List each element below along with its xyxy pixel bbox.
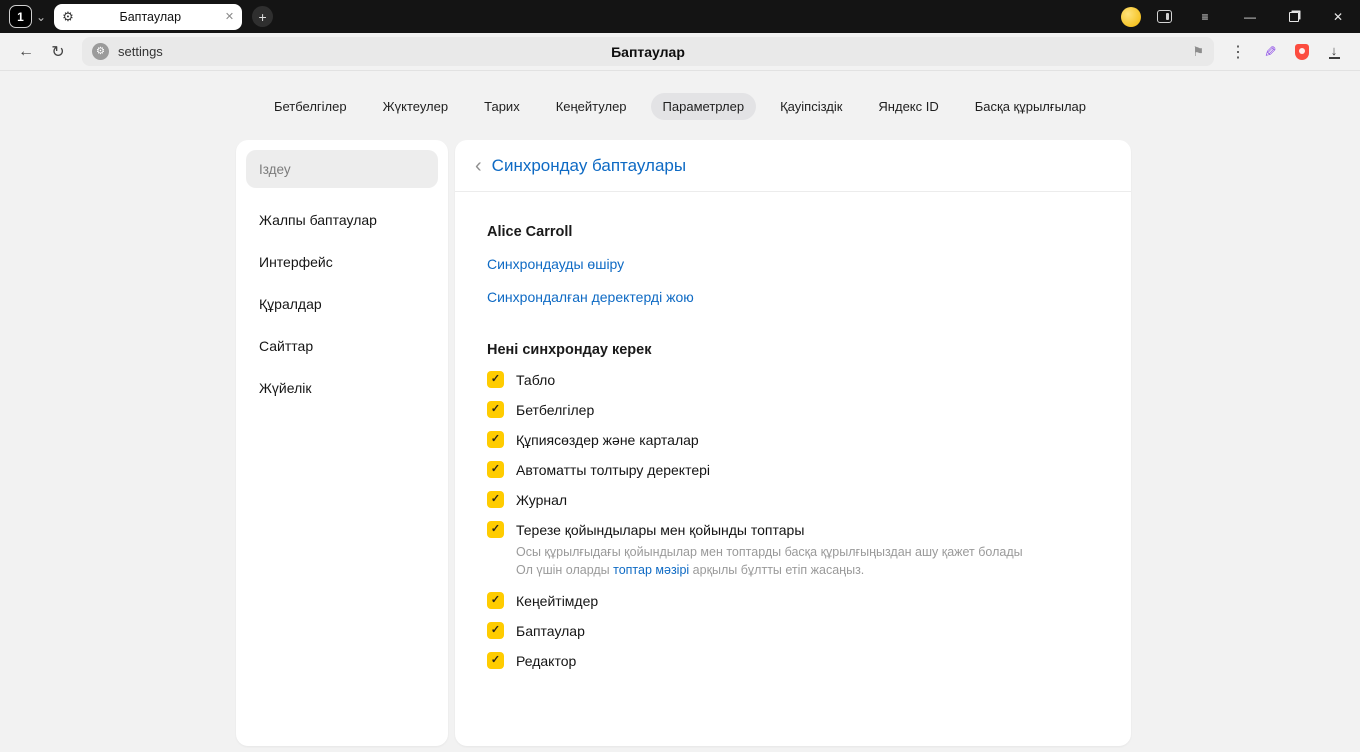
sidebar-item-interface[interactable]: Интерфейс: [259, 250, 425, 274]
restore-button[interactable]: [1272, 0, 1316, 33]
checkbox-extensions[interactable]: ✓: [487, 592, 504, 610]
reload-button[interactable]: ↻: [44, 38, 72, 66]
back-button[interactable]: ←: [12, 38, 40, 66]
check-icon: ✓: [490, 624, 501, 637]
settings-page: Бетбелгілер Жүктеулер Тарих Кеңейтулер П…: [0, 71, 1360, 752]
checkbox-tableau[interactable]: ✓: [487, 371, 504, 388]
new-tab-button[interactable]: +: [252, 6, 274, 27]
disable-sync-link[interactable]: Синхрондауды өшіру: [487, 257, 624, 271]
sync-item-tabs: ✓ Терезе қойындылары мен қойынды топтары: [487, 521, 1099, 538]
sync-item-tableau: ✓ Табло: [487, 371, 1099, 388]
tab-security[interactable]: Қауіпсіздік: [768, 93, 854, 120]
sidebar-item-tools[interactable]: Құралдар: [259, 292, 425, 316]
tab-other-devices[interactable]: Басқа құрылғылар: [963, 93, 1098, 120]
delete-synced-data-link[interactable]: Синхрондалған деректерді жою: [487, 290, 694, 304]
checkbox-history[interactable]: ✓: [487, 491, 504, 508]
hamburger-menu-icon[interactable]: ≡: [1190, 0, 1220, 33]
browser-tab[interactable]: ⚙ Баптаулар ✕: [54, 3, 243, 30]
settings-gear-icon: ⚙: [62, 8, 74, 24]
minimize-button[interactable]: —: [1228, 0, 1272, 33]
chevron-down-icon[interactable]: ⌄: [36, 10, 46, 24]
check-icon: ✓: [490, 433, 501, 445]
bookmark-icon[interactable]: ⚑: [1192, 44, 1204, 60]
site-icon: ⚙: [92, 43, 109, 60]
sync-item-passwords: ✓ Құпиясөздер және карталар: [487, 431, 1099, 448]
sync-item-autofill: ✓ Автоматты толтыру деректері: [487, 461, 1099, 478]
sidebar-item-general[interactable]: Жалпы баптаулар: [259, 208, 425, 232]
tab-close-icon[interactable]: ✕: [225, 10, 234, 23]
tab-settings[interactable]: Параметрлер: [650, 93, 757, 120]
check-icon: ✓: [490, 373, 501, 385]
checkbox-tabs[interactable]: ✓: [487, 521, 504, 538]
sidebar-item-system[interactable]: Жүйелік: [259, 376, 425, 400]
sync-item-extensions: ✓ Кеңейтімдер: [487, 592, 1099, 610]
tab-yandex-id[interactable]: Яндекс ID: [866, 93, 950, 120]
back-chevron-icon[interactable]: ‹: [475, 156, 482, 176]
checkbox-editor[interactable]: ✓: [487, 652, 504, 670]
check-icon: ✓: [490, 654, 501, 667]
close-window-button[interactable]: ✕: [1316, 0, 1360, 33]
account-name: Alice Carroll: [487, 224, 573, 240]
checkbox-settings[interactable]: ✓: [487, 622, 504, 640]
sidebar-list: Жалпы баптаулар Интерфейс Құралдар Сайтт…: [246, 188, 438, 400]
check-icon: ✓: [490, 463, 501, 475]
check-icon: ✓: [490, 493, 501, 505]
tab-title: Баптаулар: [119, 9, 182, 24]
what-to-sync-heading: Нені синхрондау керек: [487, 342, 652, 358]
tab-extensions[interactable]: Кеңейтулер: [544, 93, 639, 120]
window-titlebar: 1 ⌄ ⚙ Баптаулар ✕ + ≡ — ✕: [0, 0, 1360, 33]
url-text: settings: [118, 44, 163, 59]
user-avatar[interactable]: [1121, 6, 1141, 27]
tab-downloads[interactable]: Жүктеулер: [371, 93, 461, 120]
sync-item-editor: ✓ Редактор: [487, 652, 1099, 670]
checkbox-autofill[interactable]: ✓: [487, 461, 504, 478]
sync-settings-title: Синхрондау баптаулары: [491, 155, 687, 175]
sync-settings-body: Alice Carroll Синхрондауды өшіру Синхрон…: [455, 192, 1131, 689]
checkbox-passwords[interactable]: ✓: [487, 431, 504, 448]
check-icon: ✓: [490, 403, 501, 415]
editor-pen-icon[interactable]: ✎: [1256, 38, 1284, 66]
sync-item-settings: ✓ Баптаулар: [487, 622, 1099, 640]
tab-history[interactable]: Тарих: [472, 93, 532, 120]
device-sync-icon[interactable]: [1157, 10, 1172, 23]
settings-sidebar: Жалпы баптаулар Интерфейс Құралдар Сайтт…: [236, 140, 448, 746]
browser-toolbar: ← ↻ ⚙ settings Баптаулар ⚑ ⋮ ✎ ↓: [0, 33, 1360, 71]
sync-settings-panel: ‹ Синхрондау баптаулары Alice Carroll Си…: [455, 140, 1131, 746]
address-bar[interactable]: ⚙ settings Баптаулар ⚑: [82, 37, 1214, 66]
sidebar-item-sites[interactable]: Сайттар: [259, 334, 425, 358]
check-icon: ✓: [490, 523, 501, 535]
sync-item-history: ✓ Журнал: [487, 491, 1099, 508]
tab-groups-menu-link[interactable]: топтар мәзірі: [613, 563, 689, 577]
settings-nav-tabs: Бетбелгілер Жүктеулер Тарих Кеңейтулер П…: [0, 71, 1360, 120]
page-title: Баптаулар: [611, 43, 685, 60]
search-input[interactable]: [246, 150, 438, 188]
tab-counter-button[interactable]: 1: [9, 5, 32, 28]
sync-settings-header: ‹ Синхрондау баптаулары: [455, 140, 1131, 192]
check-icon: ✓: [490, 594, 501, 607]
sync-item-bookmarks: ✓ Бетбелгілер: [487, 401, 1099, 418]
kebab-menu-icon[interactable]: ⋮: [1224, 38, 1252, 66]
protect-shield-icon[interactable]: [1288, 38, 1316, 66]
tabs-sync-note: Осы құрылғыдағы қойындылар мен топтарды …: [516, 545, 1023, 578]
downloads-icon[interactable]: ↓: [1320, 38, 1348, 66]
checkbox-bookmarks[interactable]: ✓: [487, 401, 504, 418]
tab-bookmarks[interactable]: Бетбелгілер: [262, 93, 359, 120]
